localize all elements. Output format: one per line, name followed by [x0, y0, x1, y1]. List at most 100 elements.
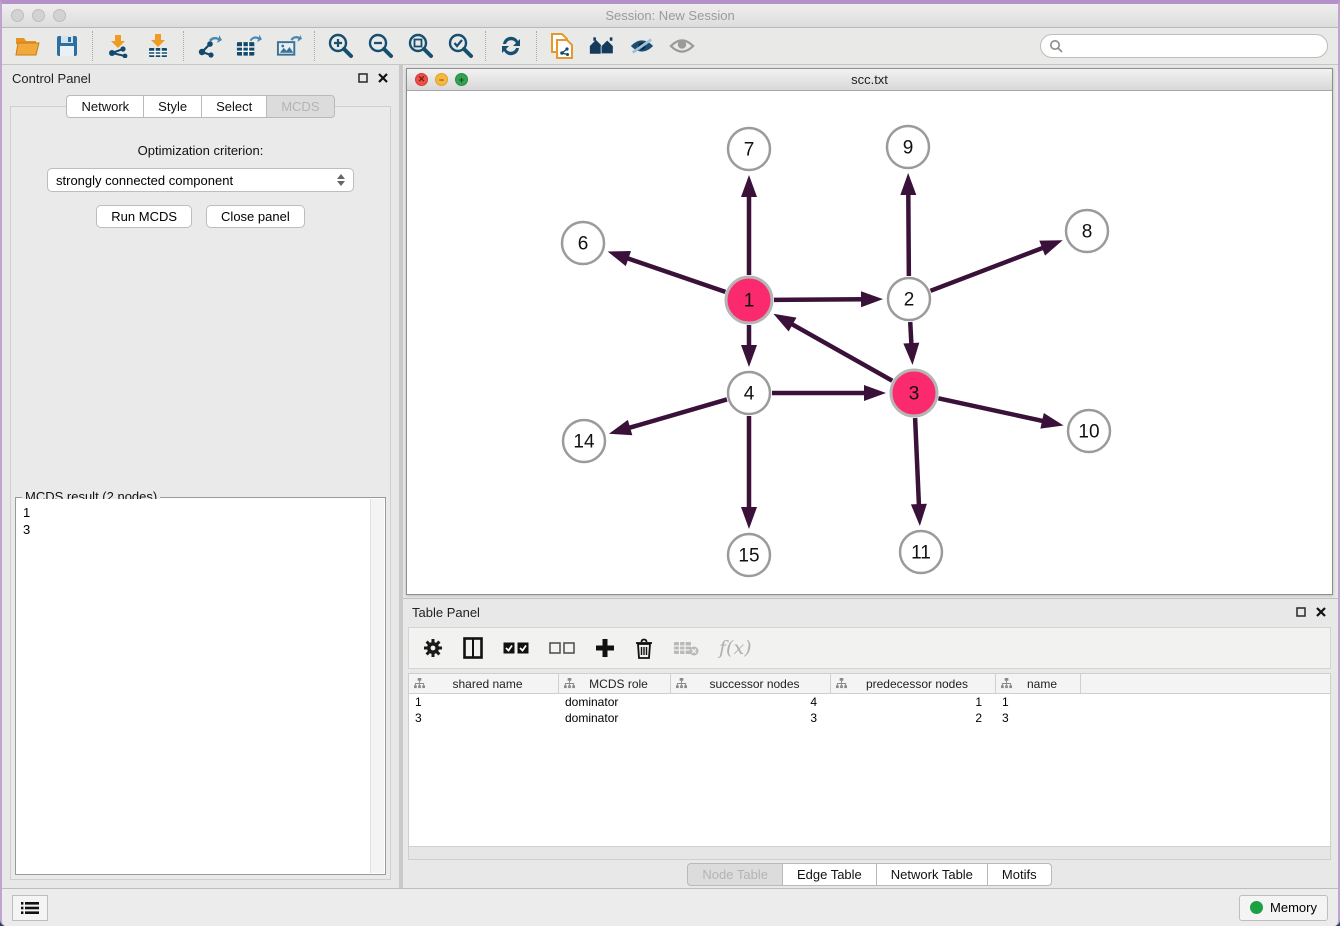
graph-node-7[interactable]: 7 — [728, 128, 770, 170]
memory-status-icon — [1250, 901, 1263, 914]
export-image-icon[interactable] — [276, 33, 302, 59]
edge-3-11[interactable] — [915, 418, 919, 508]
tab-select[interactable]: Select — [201, 95, 266, 118]
hide-selected-icon[interactable] — [629, 33, 655, 59]
tab-mcds[interactable]: MCDS — [266, 95, 334, 118]
edge-arrowhead — [607, 420, 633, 442]
clone-network-icon[interactable] — [549, 33, 575, 59]
close-table-panel-icon[interactable] — [1315, 606, 1327, 618]
edge-arrowhead — [861, 291, 883, 307]
run-mcds-button[interactable]: Run MCDS — [96, 205, 192, 228]
graph-node-11[interactable]: 11 — [900, 531, 942, 573]
table-cell[interactable]: 3 — [409, 710, 559, 726]
column-header-successor-nodes[interactable]: successor nodes — [671, 674, 831, 693]
edge-arrowhead — [605, 244, 631, 266]
edge-2-8[interactable] — [930, 247, 1045, 291]
criterion-select[interactable]: strongly connected component — [47, 168, 354, 192]
edge-arrowhead — [741, 345, 757, 367]
network-window-titlebar[interactable]: ✕ − + scc.txt — [407, 69, 1332, 91]
graph-node-8[interactable]: 8 — [1066, 210, 1108, 252]
close-panel-button[interactable]: Close panel — [206, 205, 305, 228]
table-cell[interactable]: 3 — [996, 710, 1081, 726]
graph-node-4[interactable]: 4 — [728, 372, 770, 414]
column-header-name[interactable]: name — [996, 674, 1081, 693]
graph-node-9[interactable]: 9 — [887, 126, 929, 168]
tab-node-table[interactable]: Node Table — [687, 863, 782, 886]
table-cell[interactable]: 3 — [671, 710, 831, 726]
split-columns-icon[interactable] — [463, 637, 483, 659]
graph-node-10[interactable]: 10 — [1068, 410, 1110, 452]
tab-network-table[interactable]: Network Table — [876, 863, 987, 886]
network-close-button[interactable]: ✕ — [415, 73, 428, 86]
edge-4-14[interactable] — [626, 399, 727, 428]
zoom-out-icon[interactable] — [367, 33, 393, 59]
graph-node-1[interactable]: 1 — [726, 277, 772, 323]
column-header-shared-name[interactable]: shared name — [409, 674, 559, 693]
column-header-MCDS-role[interactable]: MCDS role — [559, 674, 671, 693]
search-box[interactable] — [1040, 34, 1328, 58]
edge-3-1[interactable] — [789, 323, 892, 381]
function-builder-icon[interactable]: f(x) — [719, 637, 752, 659]
import-table-icon[interactable] — [145, 33, 171, 59]
close-panel-icon[interactable] — [377, 72, 389, 84]
network-canvas[interactable]: 7 9 6 8 1 2 4 3 14 10 15 11 — [407, 91, 1332, 594]
graph-node-6[interactable]: 6 — [562, 222, 604, 264]
graph-node-14[interactable]: 14 — [563, 420, 605, 462]
show-all-icon[interactable] — [669, 33, 695, 59]
memory-button[interactable]: Memory — [1239, 895, 1328, 921]
node-label: 7 — [744, 140, 755, 161]
table-cell[interactable]: 2 — [831, 710, 996, 726]
network-maximize-button[interactable]: + — [455, 73, 468, 86]
tab-motifs[interactable]: Motifs — [987, 863, 1052, 886]
delete-table-icon[interactable] — [673, 640, 699, 656]
save-session-icon[interactable] — [54, 33, 80, 59]
export-table-icon[interactable] — [236, 33, 262, 59]
edge-2-9[interactable] — [908, 191, 909, 276]
table-header-row: shared nameMCDS rolesuccessor nodesprede… — [409, 674, 1330, 694]
table-row[interactable]: 1dominator411 — [409, 694, 1330, 710]
graph-node-2[interactable]: 2 — [888, 278, 930, 320]
import-network-icon[interactable] — [105, 33, 131, 59]
column-type-icon — [836, 678, 847, 689]
zoom-fit-icon[interactable] — [407, 33, 433, 59]
table-cell[interactable]: 1 — [831, 694, 996, 710]
result-scrollbar[interactable] — [370, 499, 384, 873]
tab-style[interactable]: Style — [143, 95, 201, 118]
float-table-panel-icon[interactable] — [1295, 606, 1307, 618]
table-settings-icon[interactable] — [423, 638, 443, 658]
unselect-all-columns-icon[interactable] — [549, 642, 575, 654]
search-input[interactable] — [1068, 39, 1319, 54]
table-cell[interactable]: 4 — [671, 694, 831, 710]
table-cell[interactable]: 1 — [996, 694, 1081, 710]
delete-column-icon[interactable] — [635, 638, 653, 659]
table-panel: Table Panel — [403, 598, 1338, 888]
edge-3-10[interactable] — [938, 398, 1046, 421]
table-row[interactable]: 3dominator323 — [409, 710, 1330, 726]
tab-edge-table[interactable]: Edge Table — [782, 863, 876, 886]
table-cell[interactable]: dominator — [559, 694, 671, 710]
select-all-columns-icon[interactable] — [503, 642, 529, 654]
column-type-icon — [414, 678, 425, 689]
task-history-button[interactable] — [12, 895, 48, 921]
window-titlebar[interactable]: Session: New Session — [2, 4, 1338, 28]
refresh-icon[interactable] — [498, 33, 524, 59]
float-panel-icon[interactable] — [357, 72, 369, 84]
graph-node-15[interactable]: 15 — [728, 534, 770, 576]
zoom-selected-icon[interactable] — [447, 33, 473, 59]
table-cell[interactable]: dominator — [559, 710, 671, 726]
tab-network[interactable]: Network — [66, 95, 143, 118]
open-session-icon[interactable] — [14, 33, 40, 59]
column-header-predecessor-nodes[interactable]: predecessor nodes — [831, 674, 996, 693]
graph-node-3[interactable]: 3 — [891, 370, 937, 416]
mcds-result-text[interactable]: 13 — [17, 499, 370, 873]
network-minimize-button[interactable]: − — [435, 73, 448, 86]
zoom-in-icon[interactable] — [327, 33, 353, 59]
table-scrollbar[interactable] — [409, 846, 1330, 859]
edge-1-6[interactable] — [625, 257, 726, 292]
node-label: 11 — [911, 543, 931, 564]
add-column-icon[interactable] — [595, 638, 615, 658]
table-cell[interactable]: 1 — [409, 694, 559, 710]
export-network-icon[interactable] — [196, 33, 222, 59]
edge-1-2[interactable] — [774, 299, 865, 300]
first-neighbors-icon[interactable] — [589, 33, 615, 59]
